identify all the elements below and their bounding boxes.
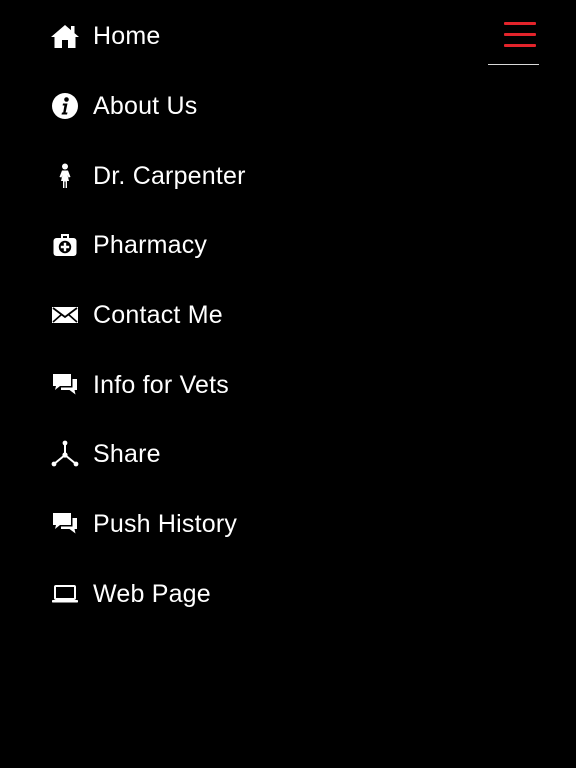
nav-item-web-page[interactable]: Web Page xyxy=(48,569,448,619)
hamburger-menu-button[interactable] xyxy=(488,14,540,66)
menu-toggle-underline xyxy=(488,64,539,65)
home-icon xyxy=(48,19,82,53)
share-icon xyxy=(48,437,82,471)
medical-bag-icon xyxy=(48,228,82,262)
nav-item-pharmacy[interactable]: Pharmacy xyxy=(48,220,448,270)
nav-item-label: Home xyxy=(93,22,161,50)
nav-item-dr-carpenter[interactable]: Dr. Carpenter xyxy=(48,151,448,201)
menu-screen: Home About Us Dr. Carpenter Pharmacy Con… xyxy=(0,0,576,768)
nav-item-label: Contact Me xyxy=(93,301,223,329)
nav-item-push-history[interactable]: Push History xyxy=(48,499,448,549)
info-icon xyxy=(48,89,82,123)
menu-bar xyxy=(504,44,536,47)
menu-bar xyxy=(504,22,536,25)
nav-item-label: Info for Vets xyxy=(93,371,230,399)
nav-item-label: Share xyxy=(93,440,161,468)
person-icon xyxy=(48,159,82,193)
chat-bubbles-icon xyxy=(48,507,82,541)
nav-item-label: About Us xyxy=(93,92,198,120)
nav-item-home[interactable]: Home xyxy=(48,11,448,61)
nav-item-about-us[interactable]: About Us xyxy=(48,81,448,131)
menu-bar xyxy=(504,33,536,36)
nav-item-label: Dr. Carpenter xyxy=(93,162,246,190)
nav-item-contact-me[interactable]: Contact Me xyxy=(48,290,448,340)
nav-item-info-for-vets[interactable]: Info for Vets xyxy=(48,360,448,410)
nav-item-share[interactable]: Share xyxy=(48,429,448,479)
chat-bubbles-icon xyxy=(48,368,82,402)
nav-item-label: Pharmacy xyxy=(93,231,208,259)
nav-item-label: Push History xyxy=(93,510,238,538)
laptop-icon xyxy=(48,577,82,611)
envelope-icon xyxy=(48,298,82,332)
nav-item-label: Web Page xyxy=(93,580,211,608)
